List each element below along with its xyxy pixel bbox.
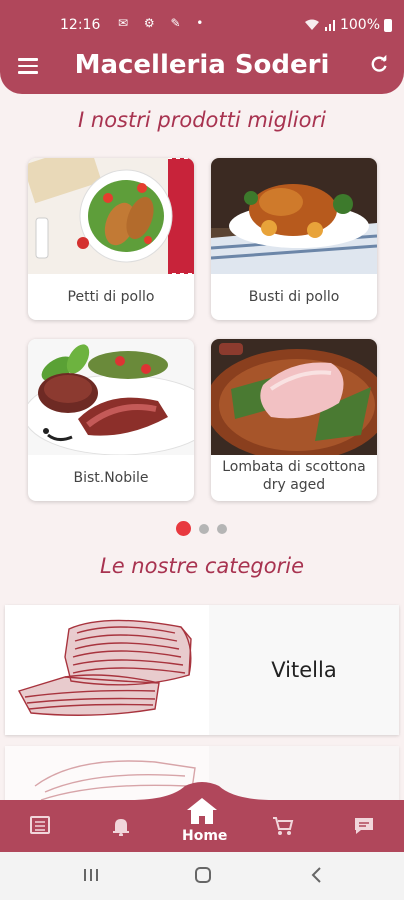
catalog-nav-button[interactable] xyxy=(20,816,60,846)
recent-apps-icon[interactable] xyxy=(82,866,100,884)
category-item-vitella[interactable]: Vitella xyxy=(5,605,399,735)
carousel-dot-2[interactable] xyxy=(199,523,209,534)
notifications-nav-button[interactable] xyxy=(101,816,141,846)
status-right: 100% xyxy=(304,17,392,33)
home-nav-button[interactable]: Home xyxy=(182,796,227,844)
refresh-icon[interactable] xyxy=(368,53,390,75)
product-label: Petti di pollo xyxy=(67,289,155,305)
bottom-navigation: Home xyxy=(0,782,404,852)
categories-title: Le nostre categorie xyxy=(100,554,304,578)
battery-percent: 100% xyxy=(339,17,380,33)
cart-nav-button[interactable] xyxy=(263,816,303,846)
product-image xyxy=(211,158,377,274)
system-navigation-bar xyxy=(0,852,404,900)
product-label: Busti di pollo xyxy=(248,289,340,305)
home-system-icon[interactable] xyxy=(194,866,212,884)
home-icon xyxy=(187,798,217,824)
app-bar: Macelleria Soderi xyxy=(0,40,404,94)
list-icon xyxy=(30,816,50,834)
status-time: 12:16 xyxy=(60,17,101,33)
product-card-busti-di-pollo[interactable]: Busti di pollo xyxy=(211,158,377,320)
product-image xyxy=(28,339,194,455)
product-label: Lombata di scottona dry aged xyxy=(222,459,366,493)
back-icon[interactable] xyxy=(308,866,326,884)
category-image xyxy=(5,605,209,735)
cart-icon xyxy=(273,817,294,835)
carousel-pagination xyxy=(176,521,227,536)
battery-icon xyxy=(384,18,392,32)
product-card-petti-di-pollo[interactable]: Petti di pollo xyxy=(28,158,194,320)
home-label: Home xyxy=(182,828,228,844)
product-label: Bist.Nobile xyxy=(73,470,149,486)
chat-nav-button[interactable] xyxy=(344,816,384,846)
wifi-icon xyxy=(304,19,319,30)
featured-title: I nostri prodotti migliori xyxy=(78,108,326,132)
product-card-bist-nobile[interactable]: Bist.Nobile xyxy=(28,339,194,501)
app-title: Macelleria Soderi xyxy=(74,50,330,80)
category-label: Vitella xyxy=(209,605,399,735)
chat-icon xyxy=(355,818,373,834)
product-image xyxy=(28,158,194,274)
signal-icon xyxy=(324,20,335,31)
carousel-dot-3[interactable] xyxy=(217,523,227,534)
product-card-lombata-di-scottona[interactable]: Lombata di scottona dry aged xyxy=(211,339,377,501)
product-image xyxy=(211,339,377,455)
notification-icons: ✉ ⚙ ✎ • xyxy=(118,16,210,30)
bell-icon xyxy=(113,819,129,836)
carousel-dot-1[interactable] xyxy=(176,521,191,536)
status-bar: 12:16 ✉ ⚙ ✎ • 100% xyxy=(0,0,404,40)
